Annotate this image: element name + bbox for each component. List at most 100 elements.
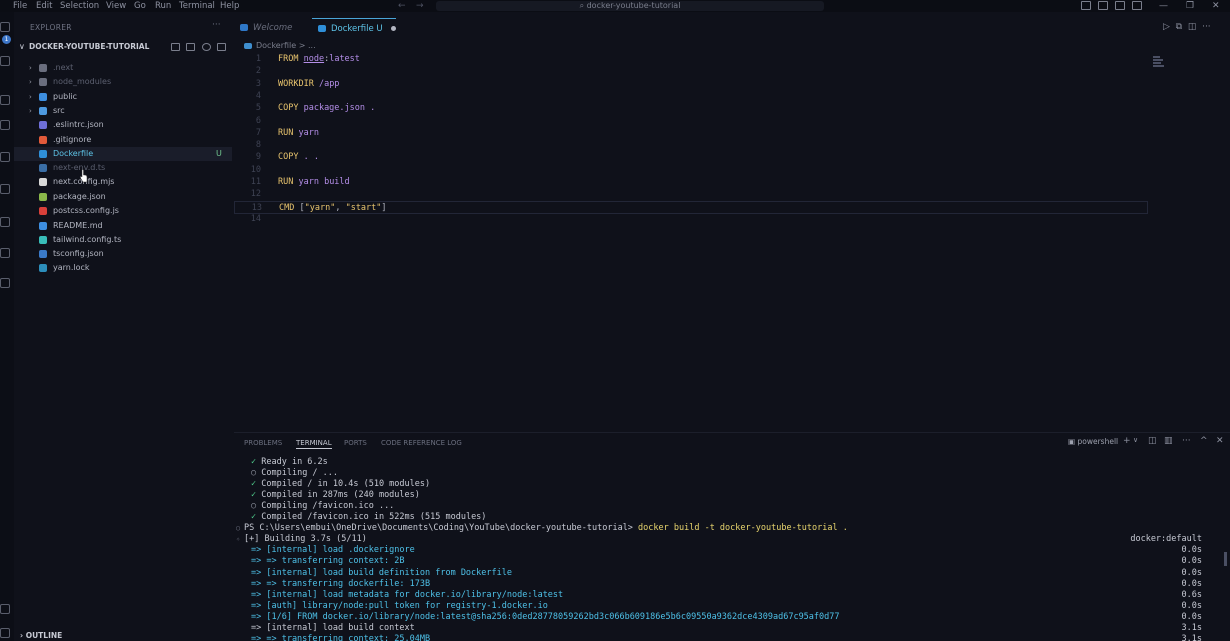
breadcrumb-file[interactable]: Dockerfile bbox=[256, 41, 296, 50]
menu-selection[interactable]: Selection bbox=[60, 0, 99, 12]
minimize-icon[interactable]: — bbox=[1159, 0, 1168, 12]
code-token: RUN bbox=[278, 177, 299, 187]
minimap[interactable] bbox=[1153, 56, 1165, 70]
code-line[interactable]: 8 bbox=[234, 139, 1148, 151]
extensions-icon[interactable] bbox=[0, 152, 10, 162]
refresh-icon[interactable] bbox=[202, 43, 211, 51]
folder-item[interactable]: › .next bbox=[14, 61, 232, 75]
folder-item[interactable]: › public bbox=[14, 90, 232, 104]
database-icon[interactable] bbox=[0, 278, 10, 288]
explorer-icon[interactable] bbox=[0, 22, 10, 32]
new-terminal-icon[interactable]: + bbox=[1123, 436, 1131, 446]
code-line[interactable]: 6 bbox=[234, 115, 1148, 127]
build-step: => [auth] library/node:pull token for re… bbox=[251, 600, 548, 611]
code-line[interactable]: 1 FROM node:latest bbox=[234, 53, 1148, 65]
menu-view[interactable]: View bbox=[106, 0, 126, 12]
terminal-text: Compiling /favicon.ico ... bbox=[261, 501, 395, 512]
trash-icon[interactable]: ▥ bbox=[1164, 436, 1173, 446]
chevron-down-icon[interactable]: ∨ bbox=[1133, 436, 1138, 444]
split-terminal-icon[interactable]: ◫ bbox=[1148, 436, 1157, 446]
file-item[interactable]: yarn.lock bbox=[14, 261, 232, 275]
collapse-all-icon[interactable] bbox=[217, 43, 226, 51]
code-line[interactable]: 13 CMD ["yarn", "start"] bbox=[234, 200, 1148, 214]
terminal-scrollbar[interactable] bbox=[1224, 552, 1227, 566]
source-control-icon[interactable] bbox=[0, 95, 10, 105]
code-line[interactable]: 5 COPY package.json . bbox=[234, 102, 1148, 114]
new-folder-icon[interactable] bbox=[186, 43, 195, 51]
file-item[interactable]: next.config.mjs bbox=[14, 175, 232, 189]
menu-file[interactable]: File bbox=[13, 0, 27, 12]
file-item[interactable]: README.md bbox=[14, 219, 232, 233]
file-item[interactable]: tailwind.config.ts bbox=[14, 233, 232, 247]
docker-icon[interactable] bbox=[0, 248, 10, 258]
split-editor-icon[interactable]: ◫ bbox=[1188, 22, 1197, 32]
folder-item[interactable]: › node_modules bbox=[14, 75, 232, 89]
code-line[interactable]: 3 WORKDIR /app bbox=[234, 78, 1148, 90]
code-line[interactable]: 4 bbox=[234, 90, 1148, 102]
menu-terminal[interactable]: Terminal bbox=[179, 0, 215, 12]
back-arrow-icon[interactable]: ← bbox=[398, 0, 406, 12]
toggle-sidebar-icon[interactable] bbox=[1081, 1, 1091, 10]
code-line[interactable]: 12 bbox=[234, 188, 1148, 200]
settings-gear-icon[interactable] bbox=[0, 628, 10, 638]
check-icon: ✓ bbox=[251, 479, 262, 490]
account-icon[interactable] bbox=[0, 604, 10, 614]
file-item[interactable]: postcss.config.js bbox=[14, 204, 232, 218]
line-number: 11 bbox=[250, 177, 261, 187]
unsaved-dot-icon[interactable] bbox=[390, 26, 396, 31]
forward-arrow-icon[interactable]: → bbox=[416, 0, 424, 12]
code-token: /app bbox=[318, 78, 340, 89]
outline-section[interactable]: › OUTLINE bbox=[20, 631, 62, 640]
compare-changes-icon[interactable]: ⧉ bbox=[1176, 22, 1182, 32]
menu-edit[interactable]: Edit bbox=[36, 0, 52, 12]
customize-layout-icon[interactable] bbox=[1132, 1, 1142, 10]
search-activity-icon[interactable] bbox=[0, 56, 10, 66]
close-panel-icon[interactable]: ✕ bbox=[1216, 436, 1224, 446]
toggle-secondary-sidebar-icon[interactable] bbox=[1115, 1, 1125, 10]
menu-go[interactable]: Go bbox=[134, 0, 146, 12]
code-line[interactable]: 7 RUN yarn bbox=[234, 127, 1148, 139]
run-debug-icon[interactable] bbox=[0, 120, 10, 130]
terminal-text: Ready in 6.2s bbox=[261, 457, 328, 467]
file-item[interactable]: next-env.d.ts bbox=[14, 161, 232, 175]
more-panel-actions-icon[interactable]: ··· bbox=[1182, 436, 1191, 446]
terminal-shell-selector[interactable]: ▣ powershell bbox=[1068, 437, 1118, 446]
run-icon[interactable]: ▷ bbox=[1163, 22, 1170, 32]
tab-dockerfile[interactable]: Dockerfile U bbox=[312, 18, 396, 38]
terminal-line: ✓ Compiled in 287ms (240 modules) bbox=[234, 490, 1230, 501]
code-line[interactable]: 2 bbox=[234, 65, 1148, 77]
breadcrumb-more[interactable]: ... bbox=[308, 41, 316, 50]
file-item[interactable]: .eslintrc.json bbox=[14, 118, 232, 132]
restore-icon[interactable]: ❐ bbox=[1186, 0, 1194, 12]
code-line[interactable]: 9 COPY . . bbox=[234, 151, 1148, 163]
close-window-icon[interactable]: ✕ bbox=[1212, 0, 1220, 12]
tab-problems[interactable]: PROBLEMS bbox=[244, 438, 282, 448]
file-item[interactable]: .gitignore bbox=[14, 133, 232, 147]
menu-help[interactable]: Help bbox=[220, 0, 239, 12]
tab-ports[interactable]: PORTS bbox=[344, 438, 367, 448]
tab-code-reference-log[interactable]: CODE REFERENCE LOG bbox=[381, 438, 462, 448]
toggle-panel-icon[interactable] bbox=[1098, 1, 1108, 10]
maximize-panel-icon[interactable]: ^ bbox=[1200, 436, 1208, 446]
file-item[interactable]: tsconfig.json bbox=[14, 247, 232, 261]
folder-icon bbox=[39, 107, 47, 115]
code-line[interactable]: 14 bbox=[234, 213, 1148, 225]
new-file-icon[interactable] bbox=[171, 43, 180, 51]
folder-item[interactable]: › src bbox=[14, 104, 232, 118]
project-folder-header[interactable]: ∨ DOCKER-YOUTUBE-TUTORIAL bbox=[14, 40, 232, 54]
step-time: 3.1s bbox=[1181, 622, 1202, 633]
more-editor-actions-icon[interactable]: ··· bbox=[1202, 22, 1211, 32]
file-item[interactable]: Dockerfile U bbox=[14, 147, 232, 161]
menu-run[interactable]: Run bbox=[155, 0, 171, 12]
tab-welcome[interactable]: Welcome bbox=[240, 18, 292, 38]
file-item[interactable]: package.json bbox=[14, 190, 232, 204]
activity-bar: 1 bbox=[0, 12, 14, 641]
testing-icon[interactable] bbox=[0, 217, 10, 227]
tab-terminal[interactable]: TERMINAL bbox=[296, 438, 332, 449]
command-center-search[interactable]: ⌕ docker-youtube-tutorial bbox=[436, 1, 824, 11]
code-line[interactable]: 11 RUN yarn build bbox=[234, 176, 1148, 188]
code-editor[interactable]: 1 FROM node:latest 2 3 WORKDIR /app 4 5 COPY pa… bbox=[234, 53, 1230, 425]
more-actions-icon[interactable]: ··· bbox=[212, 20, 221, 30]
remote-explorer-icon[interactable] bbox=[0, 184, 10, 194]
code-line[interactable]: 10 bbox=[234, 164, 1148, 176]
